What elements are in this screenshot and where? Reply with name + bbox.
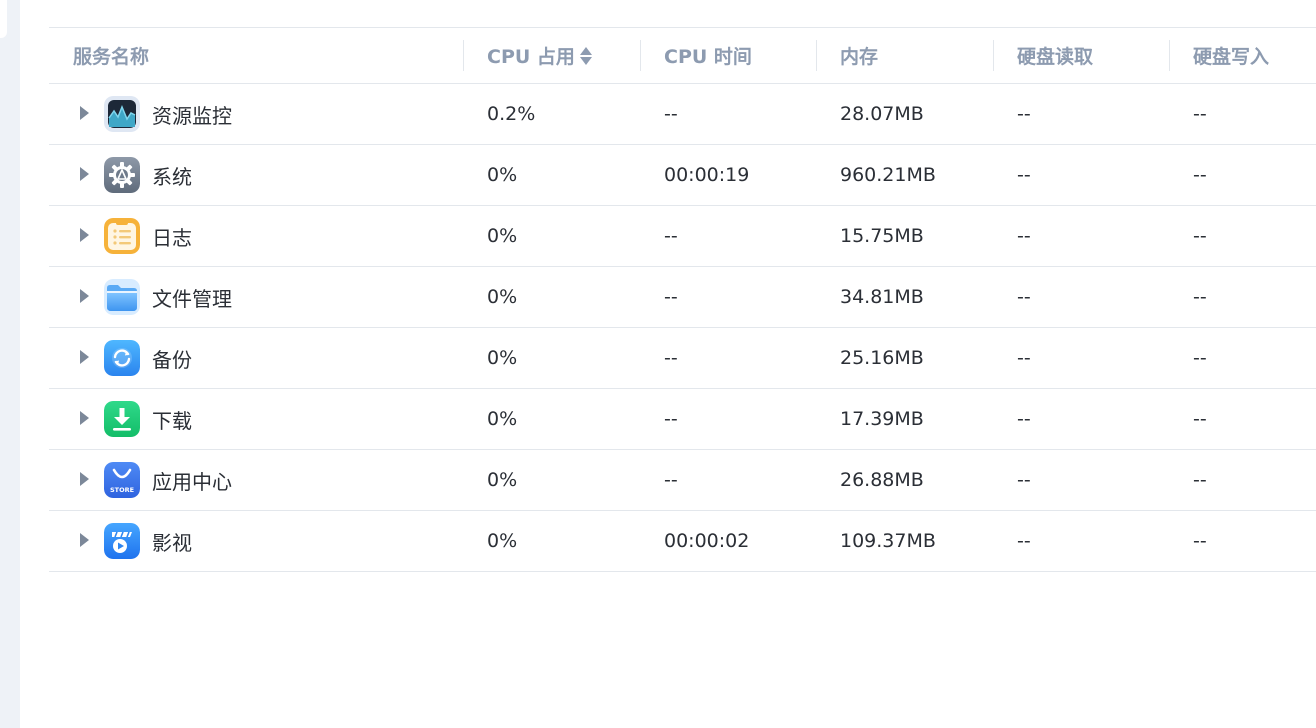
disk-write-value: --: [1193, 530, 1207, 552]
disk-read-value: --: [1017, 530, 1031, 552]
table-row[interactable]: 备份 0% -- 25.16MB -- --: [49, 328, 1316, 389]
cpu-time-value: --: [664, 347, 678, 369]
expand-arrow-icon[interactable]: [80, 350, 89, 364]
store-label: STORE: [110, 486, 134, 494]
left-sidebar-strip: [0, 0, 20, 728]
cpu-usage-value: 0%: [487, 225, 518, 247]
sidebar-card-edge: [0, 0, 7, 38]
service-table: 服务名称 CPU 占用 CPU 时间 内存 硬盘读取 硬盘写入 资源监控 0.2…: [49, 27, 1316, 572]
folder-icon: [104, 279, 140, 315]
column-header-disk-read[interactable]: 硬盘读取: [1017, 28, 1093, 83]
memory-value: 34.81MB: [840, 286, 924, 308]
cpu-time-value: 00:00:19: [664, 164, 750, 186]
column-header-disk-write[interactable]: 硬盘写入: [1193, 28, 1269, 83]
disk-read-value: --: [1017, 347, 1031, 369]
cpu-usage-value: 0.2%: [487, 103, 536, 125]
column-header-cpu-usage-label: CPU 占用: [487, 46, 575, 68]
service-name: 文件管理: [152, 286, 232, 311]
disk-write-value: --: [1193, 164, 1207, 186]
disk-write-value: --: [1193, 408, 1207, 430]
expand-arrow-icon[interactable]: [80, 533, 89, 547]
cpu-usage-value: 0%: [487, 408, 518, 430]
column-header-cpu-usage[interactable]: CPU 占用: [487, 28, 592, 83]
disk-read-value: --: [1017, 225, 1031, 247]
expand-arrow-icon[interactable]: [80, 106, 89, 120]
service-name: 影视: [152, 530, 192, 555]
service-name: 资源监控: [152, 103, 232, 128]
resource-monitor-icon: [104, 96, 140, 132]
system-gear-icon: [104, 157, 140, 193]
video-icon: [104, 523, 140, 559]
cpu-time-value: --: [664, 225, 678, 247]
column-header-memory[interactable]: 内存: [840, 28, 878, 83]
cpu-usage-value: 0%: [487, 347, 518, 369]
column-divider[interactable]: [640, 40, 641, 71]
backup-sync-icon: [104, 340, 140, 376]
table-row[interactable]: 系统 0% 00:00:19 960.21MB -- --: [49, 145, 1316, 206]
column-header-cpu-time[interactable]: CPU 时间: [664, 28, 752, 83]
cpu-time-value: --: [664, 469, 678, 491]
service-name: 应用中心: [152, 469, 232, 494]
log-notepad-icon: [104, 218, 140, 254]
table-row[interactable]: STORE 应用中心 0% -- 26.88MB -- --: [49, 450, 1316, 511]
memory-value: 960.21MB: [840, 164, 936, 186]
disk-read-value: --: [1017, 286, 1031, 308]
process-panel: 服务名称 CPU 占用 CPU 时间 内存 硬盘读取 硬盘写入 资源监控 0.2…: [20, 0, 1316, 728]
service-name: 日志: [152, 225, 192, 250]
disk-write-value: --: [1193, 225, 1207, 247]
table-row[interactable]: 影视 0% 00:00:02 109.37MB -- --: [49, 511, 1316, 572]
disk-read-value: --: [1017, 103, 1031, 125]
app-store-icon: STORE: [104, 462, 140, 498]
disk-read-value: --: [1017, 469, 1031, 491]
table-row[interactable]: 文件管理 0% -- 34.81MB -- --: [49, 267, 1316, 328]
memory-value: 28.07MB: [840, 103, 924, 125]
column-divider[interactable]: [1169, 40, 1170, 71]
memory-value: 25.16MB: [840, 347, 924, 369]
service-name: 下载: [152, 408, 192, 433]
cpu-usage-value: 0%: [487, 286, 518, 308]
disk-read-value: --: [1017, 164, 1031, 186]
expand-arrow-icon[interactable]: [80, 289, 89, 303]
cpu-usage-value: 0%: [487, 469, 518, 491]
table-row[interactable]: 下载 0% -- 17.39MB -- --: [49, 389, 1316, 450]
cpu-usage-value: 0%: [487, 164, 518, 186]
cpu-time-value: --: [664, 408, 678, 430]
cpu-usage-value: 0%: [487, 530, 518, 552]
disk-write-value: --: [1193, 347, 1207, 369]
column-divider[interactable]: [816, 40, 817, 71]
disk-write-value: --: [1193, 286, 1207, 308]
expand-arrow-icon[interactable]: [80, 472, 89, 486]
memory-value: 109.37MB: [840, 530, 936, 552]
column-divider[interactable]: [463, 40, 464, 71]
cpu-time-value: --: [664, 103, 678, 125]
expand-arrow-icon[interactable]: [80, 228, 89, 242]
download-icon: [104, 401, 140, 437]
service-name: 备份: [152, 347, 192, 372]
table-row[interactable]: 资源监控 0.2% -- 28.07MB -- --: [49, 84, 1316, 145]
cpu-time-value: --: [664, 286, 678, 308]
expand-arrow-icon[interactable]: [80, 167, 89, 181]
memory-value: 17.39MB: [840, 408, 924, 430]
memory-value: 15.75MB: [840, 225, 924, 247]
table-row[interactable]: 日志 0% -- 15.75MB -- --: [49, 206, 1316, 267]
disk-write-value: --: [1193, 469, 1207, 491]
service-name: 系统: [152, 164, 192, 189]
cpu-time-value: 00:00:02: [664, 530, 750, 552]
sort-updown-icon[interactable]: [579, 45, 592, 67]
disk-write-value: --: [1193, 103, 1207, 125]
memory-value: 26.88MB: [840, 469, 924, 491]
table-header: 服务名称 CPU 占用 CPU 时间 内存 硬盘读取 硬盘写入: [49, 28, 1316, 84]
disk-read-value: --: [1017, 408, 1031, 430]
column-header-name[interactable]: 服务名称: [73, 28, 149, 83]
expand-arrow-icon[interactable]: [80, 411, 89, 425]
column-divider[interactable]: [993, 40, 994, 71]
